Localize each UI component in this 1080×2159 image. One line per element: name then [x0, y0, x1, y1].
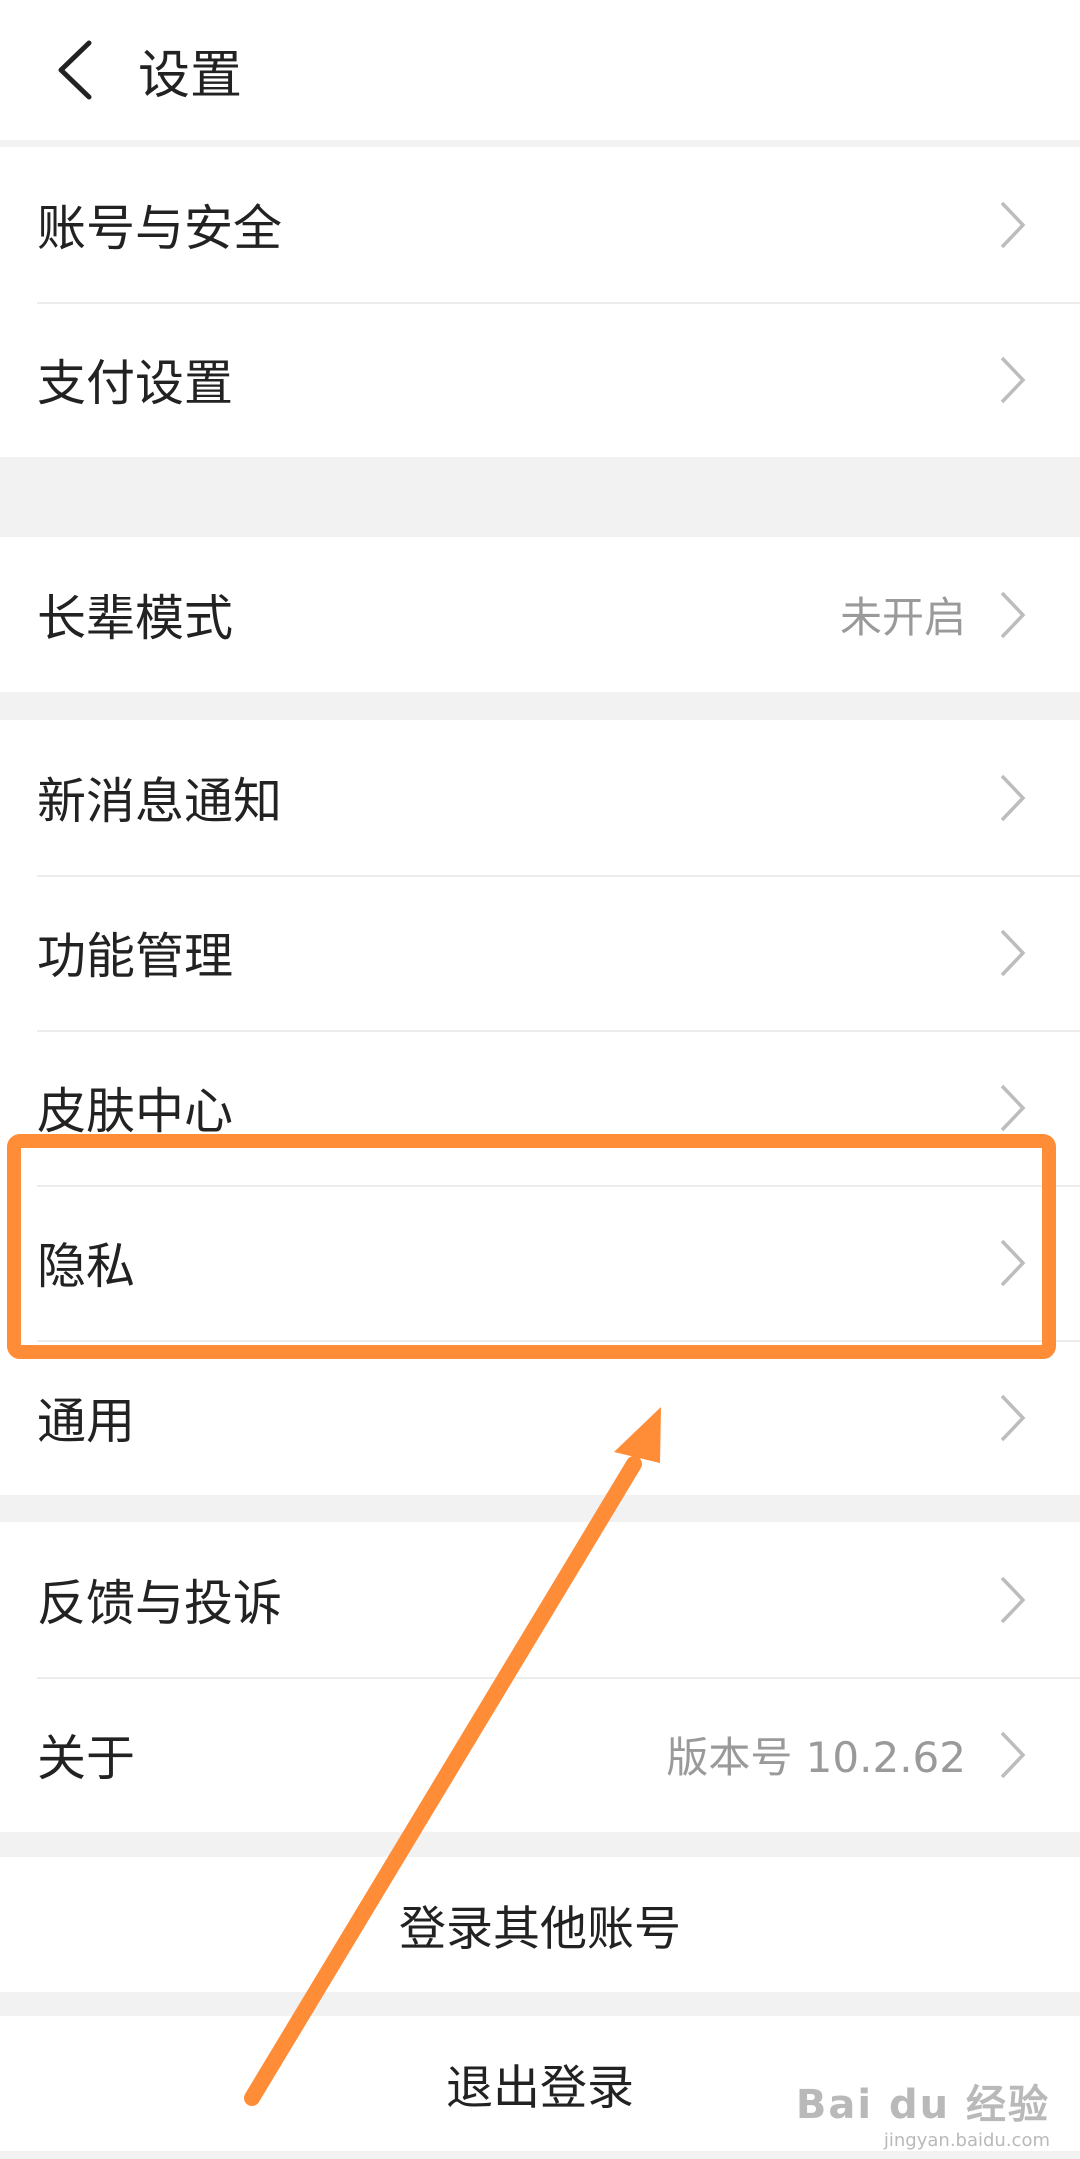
- chevron-right-icon: [992, 768, 1032, 828]
- settings-item-label: 新消息通知: [37, 773, 283, 830]
- page-title: 设置: [138, 45, 243, 106]
- settings-group-about: 反馈与投诉 关于 版本号 10.2.62: [0, 1522, 1080, 1832]
- settings-item-skin-center[interactable]: 皮肤中心: [0, 1030, 1080, 1185]
- chevron-right-icon: [992, 1725, 1032, 1785]
- chevron-right-icon: [992, 585, 1032, 645]
- settings-item-payment[interactable]: 支付设置: [0, 302, 1080, 457]
- settings-item-general[interactable]: 通用: [0, 1340, 1080, 1495]
- version-number: 版本号 10.2.62: [666, 1733, 966, 1782]
- settings-group-account: 账号与安全 支付设置: [0, 147, 1080, 457]
- chevron-right-icon: [992, 1078, 1032, 1138]
- settings-item-privacy[interactable]: 隐私: [0, 1185, 1080, 1340]
- back-button[interactable]: [20, 0, 130, 140]
- settings-item-account-security[interactable]: 账号与安全: [0, 147, 1080, 302]
- top-bar: 设置: [0, 0, 1080, 140]
- settings-item-label: 隐私: [37, 1238, 136, 1295]
- settings-item-label: 关于: [37, 1730, 136, 1787]
- watermark-logo: Bai du 经验: [795, 2082, 1050, 2128]
- settings-item-label: 功能管理: [37, 928, 234, 985]
- settings-item-elder-mode[interactable]: 长辈模式 未开启: [0, 537, 1080, 692]
- settings-group-general: 新消息通知 功能管理 皮肤中心 隐私 通用: [0, 720, 1080, 1495]
- elder-mode-status: 未开启: [839, 593, 966, 642]
- chevron-right-icon: [992, 1570, 1032, 1630]
- watermark-url: jingyan.baidu.com: [883, 2130, 1050, 2151]
- chevron-right-icon: [992, 1388, 1032, 1448]
- settings-group-elder: 长辈模式 未开启: [0, 537, 1080, 692]
- watermark: Bai du 经验 jingyan.baidu.com: [796, 2072, 1050, 2151]
- chevron-right-icon: [992, 195, 1032, 255]
- switch-account-button[interactable]: 登录其他账号: [0, 1857, 1080, 1992]
- settings-item-label: 通用: [37, 1393, 136, 1450]
- settings-item-label: 长辈模式: [37, 590, 234, 647]
- settings-item-label: 支付设置: [37, 355, 234, 412]
- back-arrow-icon: [58, 40, 92, 100]
- settings-item-label: 反馈与投诉: [37, 1575, 283, 1632]
- settings-item-feedback[interactable]: 反馈与投诉: [0, 1522, 1080, 1677]
- settings-item-notifications[interactable]: 新消息通知: [0, 720, 1080, 875]
- settings-item-feature-management[interactable]: 功能管理: [0, 875, 1080, 1030]
- chevron-right-icon: [992, 350, 1032, 410]
- chevron-right-icon: [992, 923, 1032, 983]
- settings-item-label: 账号与安全: [37, 200, 283, 257]
- chevron-right-icon: [992, 1233, 1032, 1293]
- settings-item-about[interactable]: 关于 版本号 10.2.62: [0, 1677, 1080, 1832]
- settings-item-label: 皮肤中心: [37, 1083, 234, 1140]
